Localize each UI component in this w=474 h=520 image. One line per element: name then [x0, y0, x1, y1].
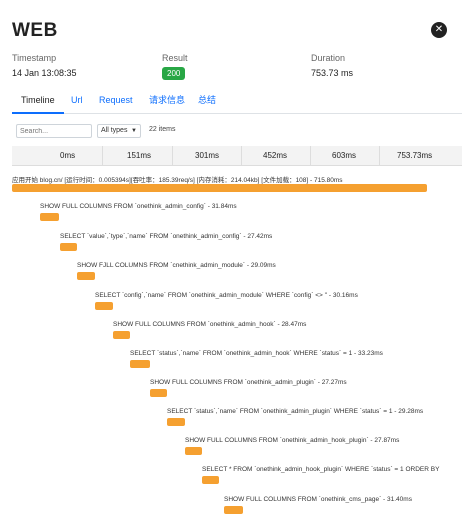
- timeline-bar[interactable]: [185, 447, 202, 455]
- timestamp-value: 14 Jan 13:08:35: [12, 68, 77, 78]
- tab-request-info[interactable]: 请求信息: [149, 90, 185, 114]
- row-label: SELECT `status`,`name` FROM `onethink_ad…: [167, 408, 424, 415]
- timeline-scale: 0ms 151ms 301ms 452ms 603ms 753.73ms: [12, 146, 462, 166]
- scale-tick: 301ms: [195, 151, 220, 160]
- close-icon[interactable]: ✕: [431, 22, 447, 38]
- row-label: SHOW FULL COLUMNS FROM `onethink_admin_h…: [113, 321, 307, 328]
- tab-url[interactable]: Url: [71, 90, 83, 114]
- scale-tick: 452ms: [263, 151, 288, 160]
- timeline-bar[interactable]: [60, 243, 77, 251]
- scale-gridline: [241, 146, 242, 166]
- row-label: SELECT `config`,`name` FROM `onethink_ad…: [95, 292, 358, 299]
- duration-value: 753.73 ms: [311, 68, 354, 78]
- tab-request[interactable]: Request: [99, 90, 133, 114]
- timeline-bar[interactable]: [12, 184, 427, 192]
- timeline-bar[interactable]: [150, 389, 167, 397]
- row-label: SHOW FULL COLUMNS FROM `onethink_admin_p…: [150, 379, 347, 386]
- row-label: SHOW FULL COLUMNS FROM `onethink_admin_c…: [40, 203, 237, 210]
- scale-gridline: [310, 146, 311, 166]
- duration-label: Duration: [311, 53, 346, 63]
- tab-summary[interactable]: 总结: [198, 90, 216, 114]
- result-label: Result: [162, 53, 188, 63]
- row-label: 应用开始 blog.cn/ [运行时间：0.005394s][吞吐率：185.3…: [12, 177, 343, 184]
- scale-gridline: [172, 146, 173, 166]
- duration-block: Duration 753.73 ms: [311, 53, 353, 78]
- result-block: Result 200: [162, 53, 188, 81]
- type-select-value: All types: [101, 127, 128, 134]
- scale-tick: 603ms: [332, 151, 357, 160]
- row-label: SHOW FULL COLUMNS FROM `onethink_cms_pag…: [224, 496, 412, 503]
- page-title: WEB: [12, 20, 58, 41]
- timeline-bar[interactable]: [167, 418, 185, 426]
- row-label: SELECT * FROM `onethink_admin_hook_plugi…: [202, 466, 440, 473]
- timeline-bar[interactable]: [113, 331, 130, 339]
- timeline-bar[interactable]: [224, 506, 243, 514]
- row-label: SELECT `value`,`type`,`name` FROM `oneth…: [60, 233, 273, 240]
- row-label: SELECT `status`,`name` FROM `onethink_ad…: [130, 350, 383, 357]
- item-count: 22 items: [149, 126, 176, 133]
- timestamp-block: Timestamp 14 Jan 13:08:35: [12, 53, 77, 78]
- timeline-bar[interactable]: [40, 213, 59, 221]
- chevron-down-icon: ▼: [131, 128, 137, 134]
- timeline-bar[interactable]: [95, 302, 113, 310]
- row-label: SHOW FJLL COLUMNS FROM `cnethink_admin_m…: [77, 262, 276, 269]
- scale-tick: 753.73ms: [397, 151, 433, 160]
- scale-gridline: [102, 146, 103, 166]
- scale-tick: 0ms: [60, 151, 76, 160]
- status-badge: 200: [162, 67, 186, 80]
- timestamp-label: Timestamp: [12, 53, 57, 63]
- row-label: SHOW FULL COLUMNS FROM `onethink_admin_h…: [185, 437, 400, 444]
- timeline-bar[interactable]: [77, 272, 95, 280]
- type-select[interactable]: All types ▼: [97, 124, 141, 138]
- scale-gridline: [379, 146, 380, 166]
- timeline-bar[interactable]: [202, 476, 219, 484]
- tab-bar: Timeline Url Request 请求信息 总结: [12, 90, 462, 114]
- tab-timeline[interactable]: Timeline: [12, 90, 64, 114]
- timeline-bar[interactable]: [130, 360, 150, 368]
- search-input[interactable]: [16, 124, 92, 138]
- scale-tick: 151ms: [127, 151, 152, 160]
